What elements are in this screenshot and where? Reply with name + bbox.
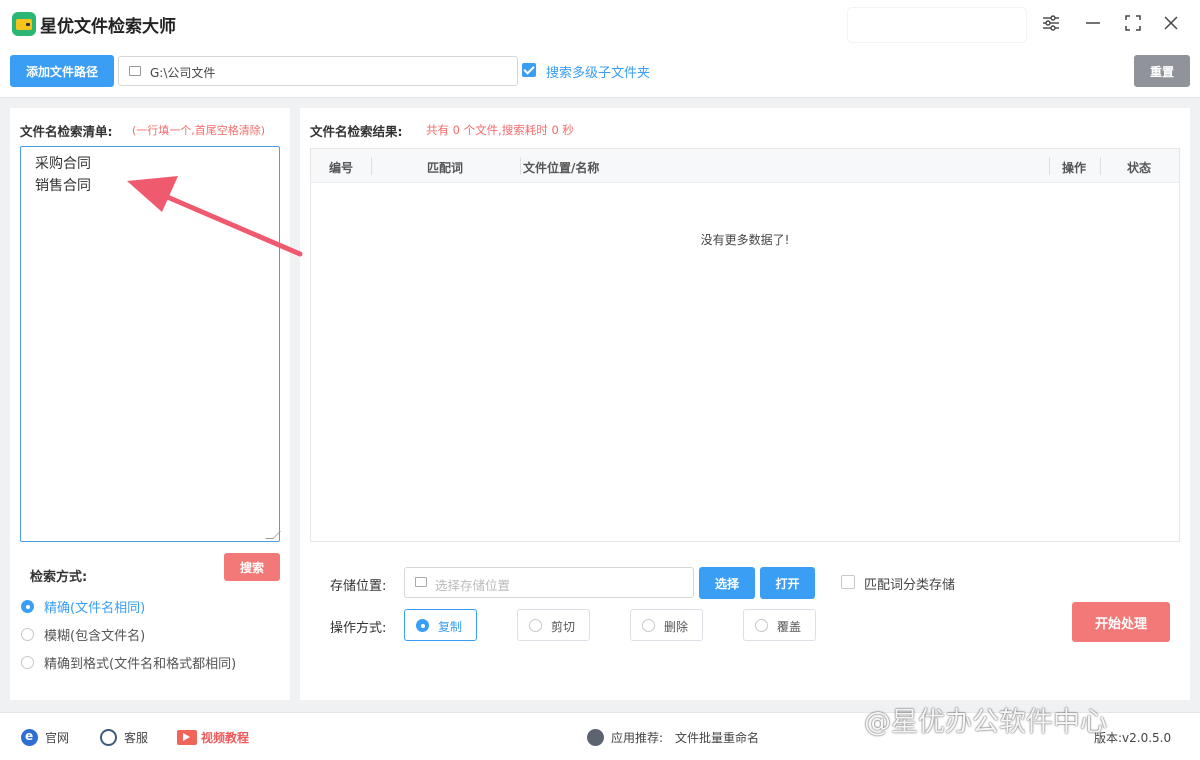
support-icon[interactable]: [100, 729, 117, 746]
recommend-link[interactable]: 文件批量重命名: [675, 729, 759, 746]
video-icon[interactable]: [177, 730, 197, 745]
recommend-label: 应用推荐:: [611, 731, 664, 745]
video-link[interactable]: 视频教程: [201, 729, 249, 746]
support-link[interactable]: 客服: [124, 729, 148, 746]
website-icon[interactable]: e: [21, 729, 38, 746]
website-link[interactable]: 官网: [45, 729, 69, 746]
annotation-arrow-icon: [127, 176, 303, 257]
link-icon: [587, 729, 604, 746]
watermark-text: @星优办公软件中心: [864, 707, 1107, 738]
